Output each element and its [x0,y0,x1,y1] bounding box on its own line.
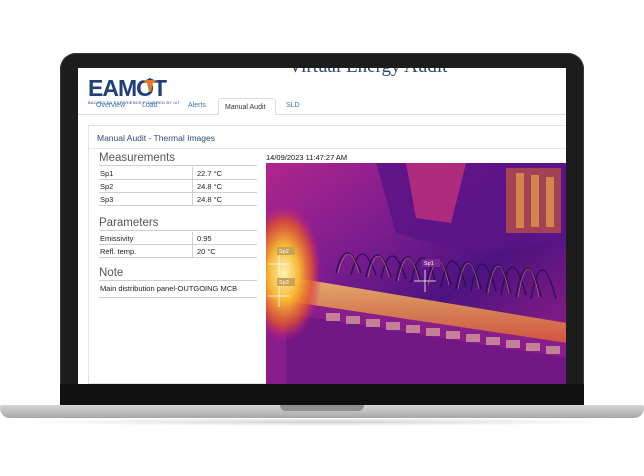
table-row: Emissivity 0.95 [99,232,257,245]
nav-tabs: Overview Load Alerts Manual Audit SLD [78,94,566,115]
spot-label-sp1: Sp1 [424,261,434,267]
laptop-screen: Virtual Energy Audit EAMOT BACKED BY EXP… [78,68,566,384]
manual-audit-panel: Manual Audit - Thermal Images Measuremen… [88,125,566,384]
table-row: Sp3 24.8 °C [99,192,257,206]
parameters-heading: Parameters [99,216,257,231]
measurements-heading: Measurements [99,151,257,166]
thermal-image-canvas: Sp2 Sp3 Sp1 [266,163,566,384]
measurement-value: 24.8 °C [192,192,257,206]
tab-overview[interactable]: Overview [90,97,130,114]
panel-divider [89,148,566,149]
parameter-value: 20 °C [192,244,257,258]
parameter-value: 0.95 [192,232,257,245]
tab-alerts[interactable]: Alerts [182,97,214,114]
tower-icon [142,78,158,92]
app-title: Virtual Energy Audit [268,68,468,78]
image-timestamp: 14/09/2023 11:47:27 AM [266,153,348,162]
table-row: Sp1 22.7 °C [99,167,257,180]
table-row: Refl. temp. 20 °C [99,244,257,258]
measurement-label: Sp2 [99,179,193,193]
note-heading: Note [99,266,257,281]
measurement-value: 24.8 °C [192,179,257,193]
parameter-label: Refl. temp. [99,244,193,258]
parameter-label: Emissivity [99,232,193,245]
measurement-label: Sp1 [99,167,193,180]
spot-label-sp2: Sp2 [279,249,289,255]
measurement-label: Sp3 [99,192,193,206]
spot-label-sp3: Sp3 [279,280,289,286]
tab-load[interactable]: Load [136,97,166,114]
details-column: Measurements Sp1 22.7 °C Sp2 24.8 °C Sp3… [99,151,257,298]
note-text: Main distribution panel-OUTGOING MCB [99,282,257,298]
panel-title: Manual Audit - Thermal Images [97,133,215,143]
parameters-table: Emissivity 0.95 Refl. temp. 20 °C [99,232,257,258]
tab-sld[interactable]: SLD [280,97,306,114]
laptop-shadow [20,418,624,426]
laptop-bezel-bottom [60,384,584,406]
laptop-notch [280,405,364,411]
measurements-table: Sp1 22.7 °C Sp2 24.8 °C Sp3 24.8 °C [99,167,257,206]
tab-manual-audit[interactable]: Manual Audit [218,98,276,115]
measurement-value: 22.7 °C [192,167,257,180]
thermal-image[interactable]: Sp2 Sp3 Sp1 [266,163,566,384]
table-row: Sp2 24.8 °C [99,179,257,193]
